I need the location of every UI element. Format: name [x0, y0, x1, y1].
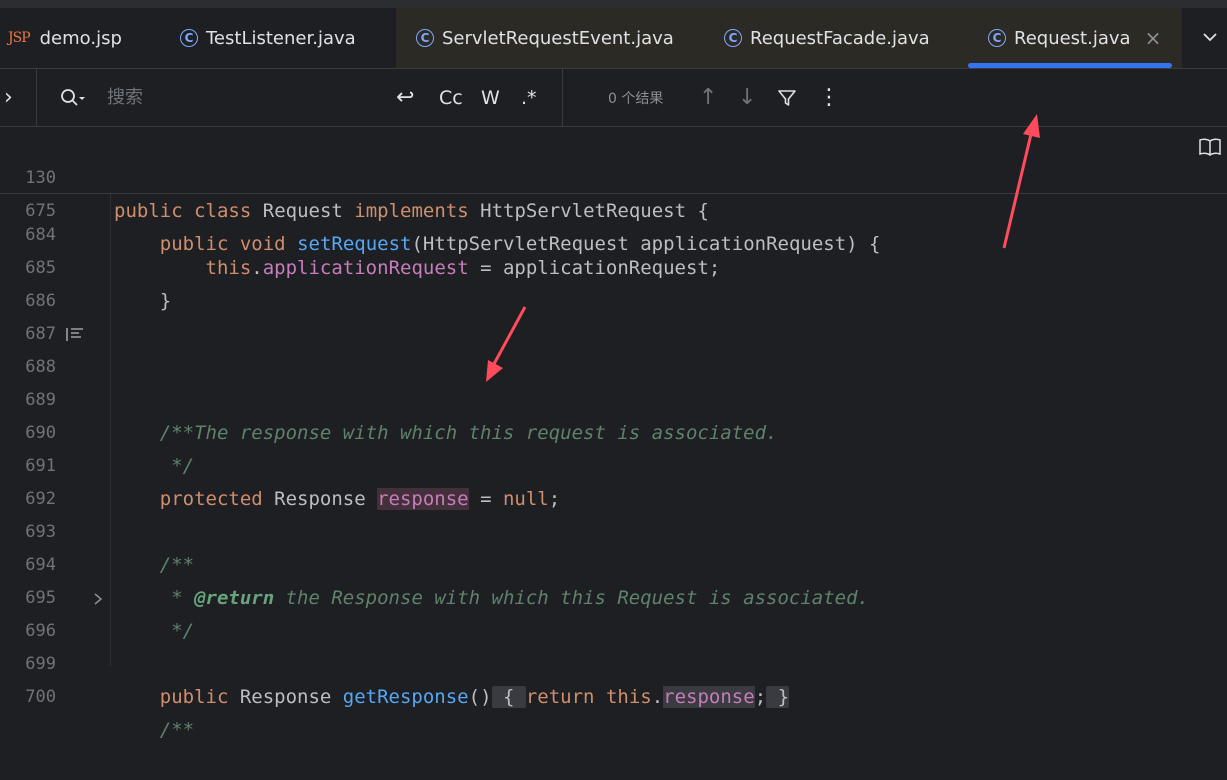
tab-demo-jsp[interactable]: JSP demo.jsp [0, 8, 158, 68]
class-icon: C [180, 29, 198, 47]
tab-servletrequestevent[interactable]: C ServletRequestEvent.java [396, 8, 716, 68]
code-line: 691 protected Response response = null; [0, 417, 1227, 510]
jsp-file-icon: JSP [8, 30, 31, 46]
tab-requestfacade[interactable]: C RequestFacade.java [696, 8, 996, 68]
tab-label: RequestFacade.java [750, 27, 930, 49]
divider [562, 69, 563, 126]
tab-label: TestListener.java [206, 27, 356, 49]
code-text: public class Request implements HttpServ… [114, 200, 709, 222]
previous-occurrence-icon[interactable]: ↑ [699, 69, 717, 126]
search-icon[interactable] [60, 69, 86, 126]
code-line: 688 /** [0, 318, 1227, 444]
active-tab-indicator [968, 63, 1172, 68]
match-case-toggle[interactable]: Cc [439, 69, 463, 126]
code-line: 693 /** [0, 483, 1227, 576]
tab-label: Request.java [1014, 27, 1131, 49]
class-icon: C [416, 29, 434, 47]
code-line: 689 * The response with which this reque… [0, 351, 1227, 444]
tab-request-java[interactable]: C Request.java × [968, 8, 1182, 68]
code-line: 687 [0, 285, 1227, 344]
code-line: 694 * @return the Response with which th… [0, 516, 1227, 609]
code-line: 700 /** [0, 648, 1227, 741]
code-line: 692 [0, 450, 1227, 509]
tab-testlistener[interactable]: C TestListener.java [180, 8, 390, 68]
line-number: 675 [25, 201, 56, 221]
search-input[interactable] [105, 86, 379, 109]
filter-icon[interactable] [777, 69, 797, 126]
tab-label: ServletRequestEvent.java [442, 27, 674, 49]
code-text: public void setRequest(HttpServletReques… [159, 233, 881, 255]
folded-region: { [491, 686, 526, 708]
class-icon: C [724, 29, 742, 47]
code-line: 695 */ [0, 549, 1227, 642]
folded-region: } [766, 686, 790, 708]
next-occurrence-icon[interactable]: ↓ [738, 69, 756, 126]
divider [36, 69, 37, 126]
line-number: 700 [25, 687, 56, 707]
tab-label: demo.jsp [39, 27, 122, 49]
newline-toggle-icon[interactable]: ↩ [396, 69, 414, 126]
editor-tab-bar: JSP demo.jsp C TestListener.java C Servl… [0, 8, 1227, 69]
code-line: 696 public Response getResponse() { retu… [0, 582, 1227, 708]
render-doc-icon[interactable] [66, 327, 84, 342]
search-result-count: 0 个结果 [608, 90, 664, 107]
words-toggle[interactable]: W [481, 69, 500, 126]
expand-replace-icon[interactable]: › [4, 69, 13, 126]
code-text: /** [159, 719, 195, 741]
reader-mode-icon[interactable] [1198, 138, 1222, 156]
close-icon[interactable]: × [1145, 26, 1162, 50]
chevron-down-icon[interactable] [1203, 30, 1217, 44]
window-top-strip [0, 0, 1227, 8]
class-icon: C [988, 29, 1006, 47]
regex-toggle[interactable]: .* [521, 69, 537, 126]
chevron-right-icon[interactable] [93, 593, 103, 605]
annotation-arrow-icon [486, 306, 527, 382]
code-line: 690 */ [0, 384, 1227, 477]
annotation-arrow-icon [1002, 114, 1040, 249]
more-options-icon[interactable]: ⋮ [818, 69, 840, 126]
code-text: public Response getResponse() { return t… [159, 686, 790, 708]
code-line: 699 [0, 615, 1227, 674]
